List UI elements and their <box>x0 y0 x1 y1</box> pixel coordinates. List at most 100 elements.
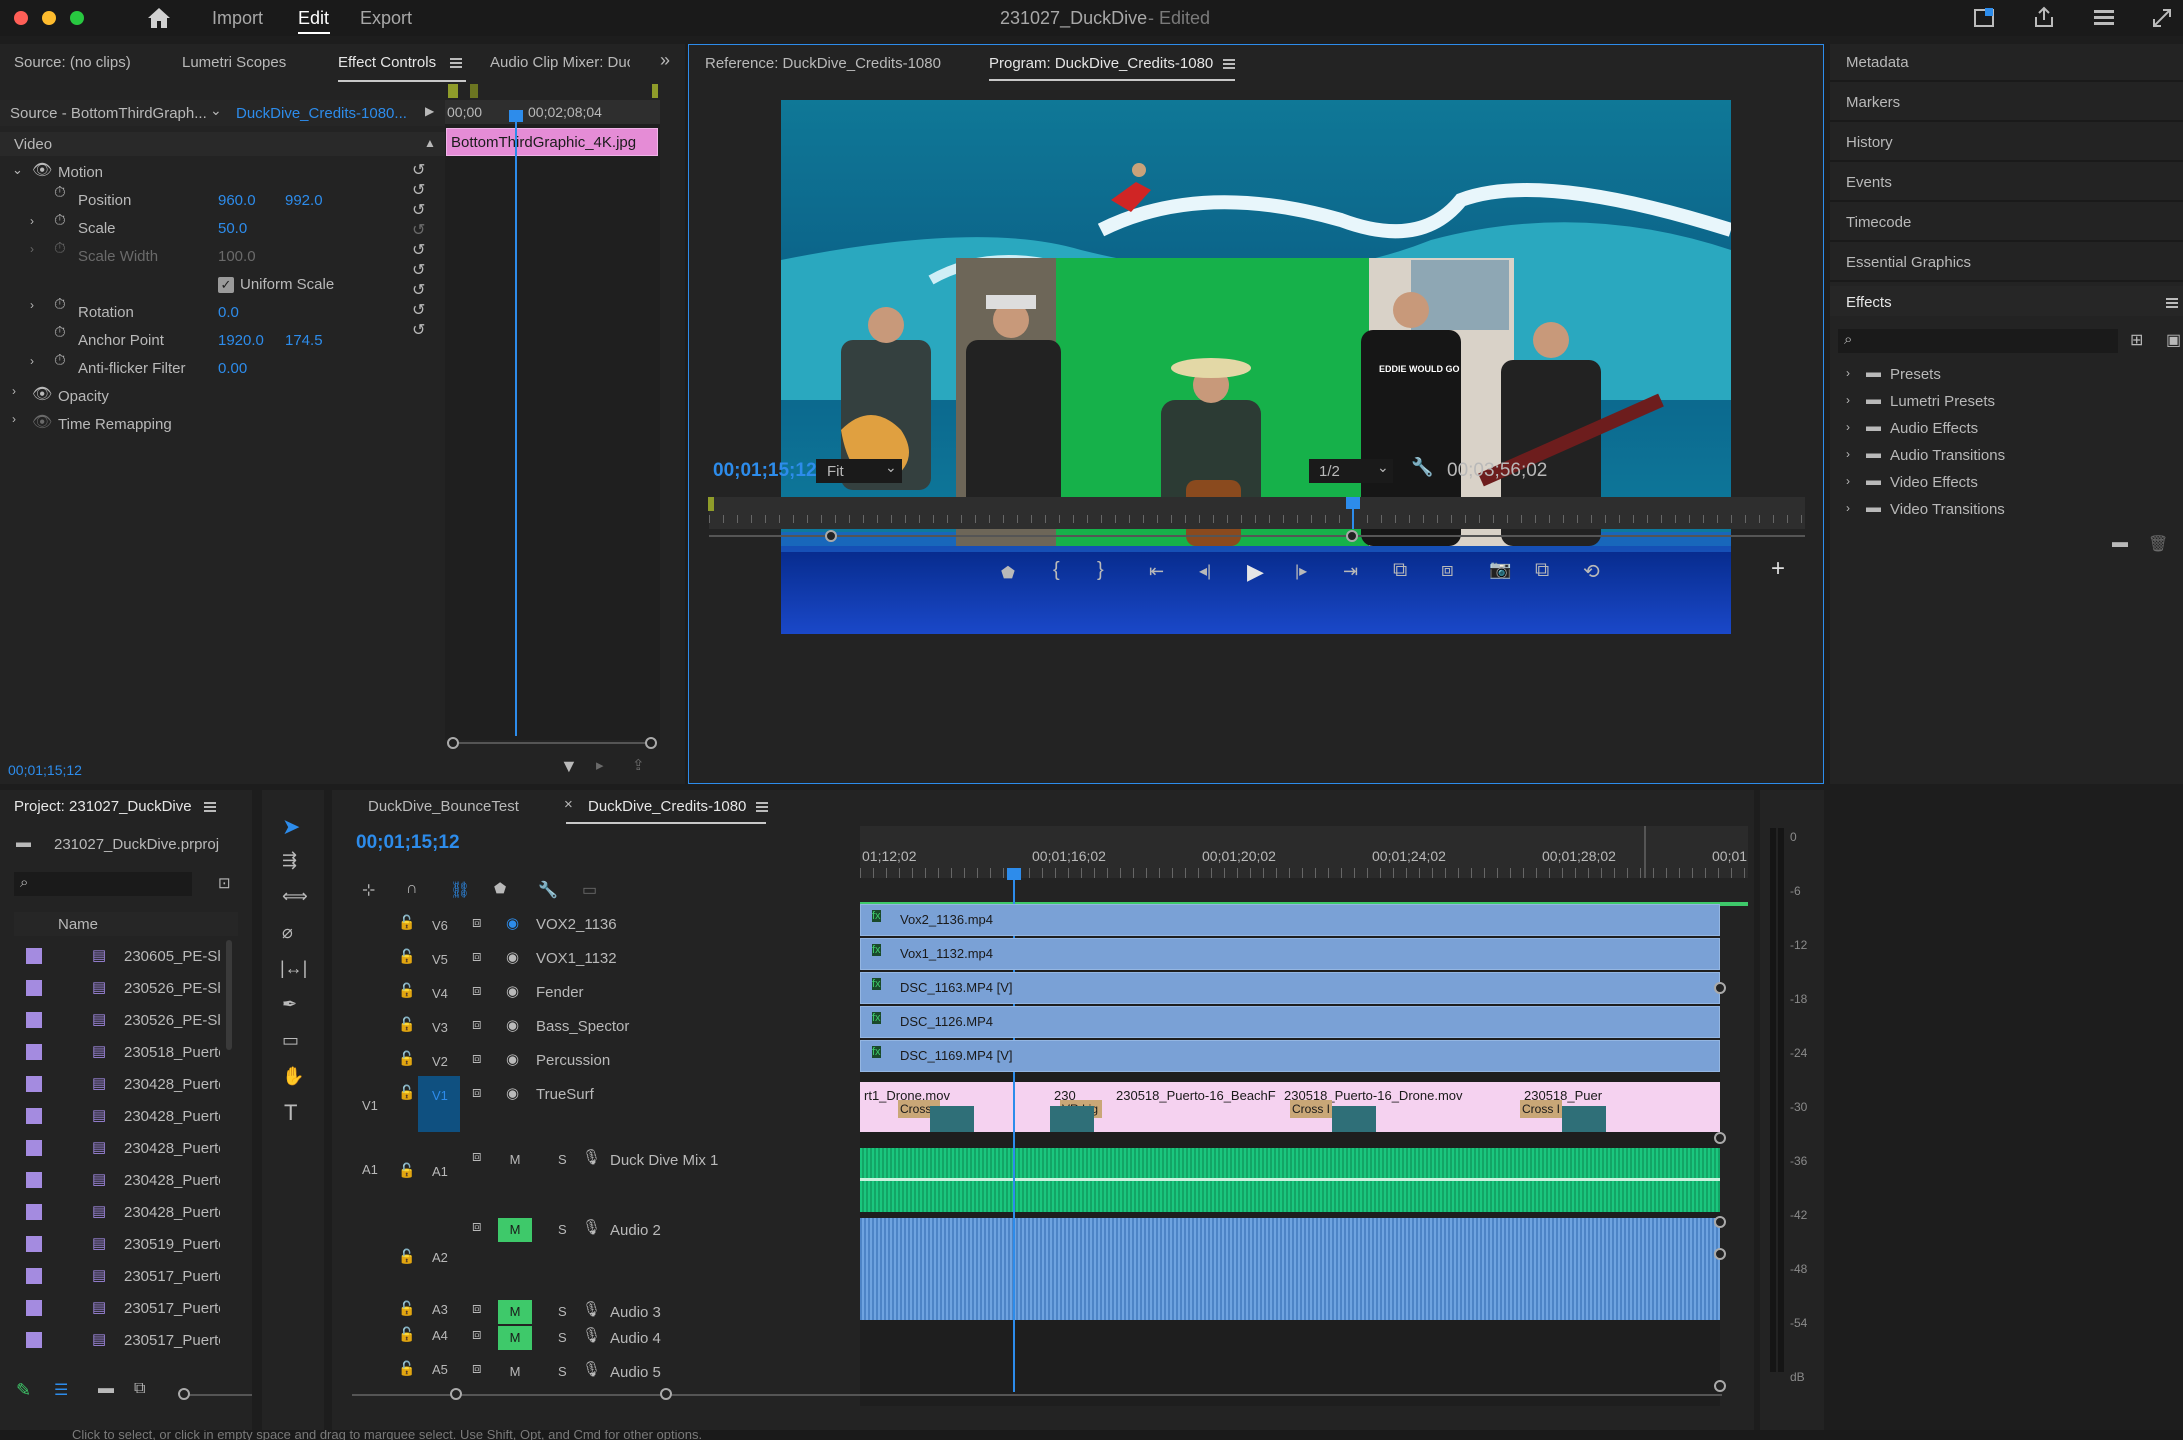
film-icon[interactable]: ⧈ <box>472 1148 482 1165</box>
tab-reference[interactable]: Reference: DuckDive_Credits-1080 <box>705 55 941 72</box>
film-icon[interactable]: ⧈ <box>472 1326 482 1343</box>
chevron-right-icon[interactable]: › <box>1846 366 1850 380</box>
chevron-right-icon[interactable]: › <box>1846 393 1850 407</box>
effects-folder-video-effects[interactable]: Video Effects <box>1890 474 1978 491</box>
tab-lumetri-scopes[interactable]: Lumetri Scopes <box>182 54 286 71</box>
ec-playhead-head[interactable] <box>509 110 523 122</box>
chevron-right-icon[interactable]: › <box>1846 501 1850 515</box>
stopwatch-icon[interactable]: ⏱ <box>54 184 66 201</box>
ec-timecode[interactable]: 00;01;15;12 <box>8 762 82 778</box>
v1-target-button[interactable] <box>418 1076 460 1132</box>
reset-icon[interactable]: ↺ <box>412 200 425 220</box>
program-timecode[interactable]: 00;01;15;12 <box>713 460 817 482</box>
effects-search-input[interactable] <box>1838 329 2118 353</box>
hscroll-handle-right[interactable] <box>660 1388 672 1400</box>
motion-expand-icon[interactable]: ⌄ <box>12 162 23 178</box>
captions-icon[interactable]: ▭ <box>582 880 597 900</box>
lift-icon[interactable]: ⧉ <box>1393 559 1407 582</box>
play-clip-icon[interactable]: ▶ <box>425 104 434 118</box>
zoom-slider[interactable] <box>184 1394 252 1396</box>
ec-scrollbar[interactable] <box>452 742 652 744</box>
nav-edit[interactable]: Edit <box>298 8 329 29</box>
lock-icon[interactable]: 🔓 <box>398 1248 415 1265</box>
reset-icon[interactable]: ↺ <box>412 240 425 260</box>
reset-icon[interactable]: ↺ <box>412 320 425 340</box>
project-item[interactable]: 230517_Puerto <box>124 1332 220 1349</box>
fullscreen-icon[interactable] <box>2150 6 2174 30</box>
lock-icon[interactable]: 🔓 <box>398 1050 415 1067</box>
panel-item-metadata[interactable]: Metadata <box>1846 54 1909 71</box>
extract-icon[interactable]: ⧈ <box>1441 559 1454 582</box>
panel-item-essential-graphics[interactable]: Essential Graphics <box>1846 254 1971 271</box>
time-remap-expand-icon[interactable]: › <box>12 412 16 426</box>
effects-folder-lumetri-presets[interactable]: Lumetri Presets <box>1890 393 1995 410</box>
film-icon[interactable]: ⧈ <box>472 1084 482 1101</box>
step-back-icon[interactable]: ◂| <box>1199 561 1211 581</box>
label-color-swatch[interactable] <box>26 948 42 964</box>
film-icon[interactable]: ⧈ <box>472 1016 482 1033</box>
label-color-swatch[interactable] <box>26 1108 42 1124</box>
vscroll-handle[interactable] <box>1714 982 1726 994</box>
solo-button[interactable]: S <box>558 1222 567 1237</box>
mute-button[interactable]: M <box>498 1218 532 1242</box>
label-color-swatch[interactable] <box>26 1204 42 1220</box>
accelerated-effects-icon[interactable]: ▣ <box>2166 330 2181 350</box>
panel-item-history[interactable]: History <box>1846 134 1893 151</box>
freeform-view-icon[interactable]: ⧉ <box>134 1380 145 1398</box>
selection-tool-icon[interactable]: ➤ <box>282 814 300 840</box>
toggle-proxies-icon[interactable]: ⟲ <box>1583 559 1600 584</box>
stopwatch-icon[interactable]: ⏱ <box>54 324 66 341</box>
antiflicker-value[interactable]: 0.00 <box>218 360 247 377</box>
panel-menu-icon[interactable] <box>756 802 768 812</box>
collapse-up-icon[interactable]: ▲ <box>424 136 436 150</box>
effects-folder-audio-effects[interactable]: Audio Effects <box>1890 420 1978 437</box>
film-icon[interactable]: ⧈ <box>472 1218 482 1235</box>
zoom-window-button[interactable] <box>70 11 84 25</box>
project-item[interactable]: 230526_PE-Sh <box>124 1012 220 1029</box>
position-y-value[interactable]: 992.0 <box>285 192 323 209</box>
timeline-hscroll[interactable] <box>352 1394 1722 1396</box>
timeline-settings-icon[interactable]: 🔧 <box>538 880 558 900</box>
antiflicker-expand-icon[interactable]: › <box>30 354 34 368</box>
eye-icon[interactable]: ◉ <box>506 1084 519 1102</box>
reset-icon[interactable]: ↺ <box>412 300 425 320</box>
zoom-handle-right[interactable] <box>1346 530 1358 542</box>
lock-icon[interactable]: 🔓 <box>398 1084 415 1101</box>
label-color-swatch[interactable] <box>26 1300 42 1316</box>
linked-selection-icon[interactable]: ⛓ <box>450 880 470 900</box>
tab-effect-controls[interactable]: Effect Controls <box>338 54 436 71</box>
eye-icon[interactable]: ◉ <box>506 982 519 1000</box>
solo-button[interactable]: S <box>558 1330 567 1345</box>
track-select-tool-icon[interactable]: ⇶ <box>282 850 297 871</box>
label-color-swatch[interactable] <box>26 1044 42 1060</box>
hand-tool-icon[interactable]: ✋ <box>282 1066 304 1087</box>
timeline-playhead-head[interactable] <box>1007 868 1021 880</box>
panel-menu-icon[interactable] <box>2166 298 2178 308</box>
project-item[interactable]: 230428_Puerto <box>124 1204 220 1221</box>
eye-icon[interactable]: ◉ <box>506 914 519 932</box>
microphone-icon[interactable]: 🎙 <box>582 1300 601 1318</box>
scale-value[interactable]: 50.0 <box>218 220 247 237</box>
go-to-in-icon[interactable]: ⇤ <box>1149 561 1164 582</box>
effects-folder-presets[interactable]: Presets <box>1890 366 1941 383</box>
list-view-icon[interactable]: ☰ <box>54 1380 68 1400</box>
zoom-slider-handle[interactable] <box>178 1388 190 1400</box>
pen-tool-icon[interactable]: ✒ <box>282 994 297 1015</box>
ec-scroll-handle-right[interactable] <box>645 737 657 749</box>
panel-menu-icon[interactable] <box>450 58 462 68</box>
tab-audio-clip-mixer[interactable]: Audio Clip Mixer: Duc <box>490 54 630 71</box>
rotation-value[interactable]: 0.0 <box>218 304 239 321</box>
effects-folder-video-transitions[interactable]: Video Transitions <box>1890 501 2005 518</box>
share-icon[interactable] <box>2032 5 2056 29</box>
panel-item-events[interactable]: Events <box>1846 174 1892 191</box>
tab-program[interactable]: Program: DuckDive_Credits-1080 <box>989 55 1213 72</box>
nav-import[interactable]: Import <box>212 8 263 29</box>
label-color-swatch[interactable] <box>26 1172 42 1188</box>
panel-item-markers[interactable]: Markers <box>1846 94 1900 111</box>
rectangle-tool-icon[interactable]: ▭ <box>282 1030 299 1051</box>
mute-button[interactable]: M <box>498 1360 532 1384</box>
filter-icon[interactable]: ▼ <box>560 756 578 777</box>
hscroll-handle-left[interactable] <box>450 1388 462 1400</box>
tab-source[interactable]: Source: (no clips) <box>14 54 131 71</box>
reset-icon[interactable]: ↺ <box>412 180 425 200</box>
